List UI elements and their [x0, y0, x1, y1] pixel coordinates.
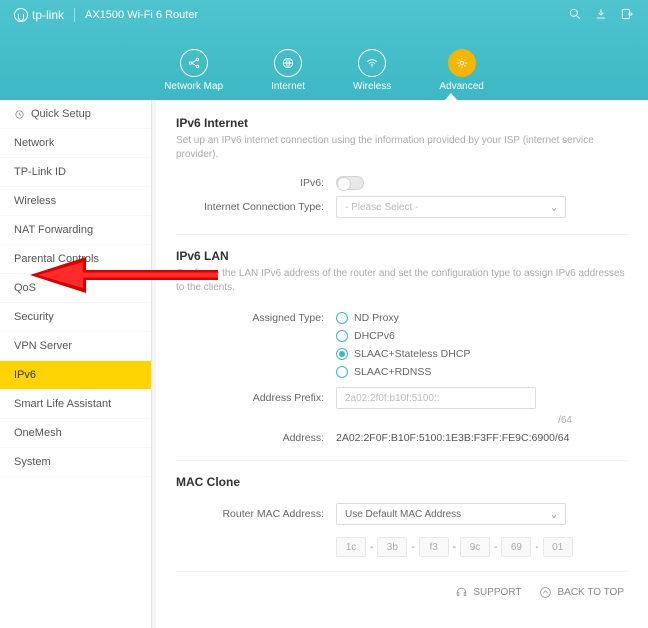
content-footer: SUPPORT BACK TO TOP: [176, 571, 628, 599]
brand-text: tp-link: [32, 8, 64, 22]
sidebar-item-wireless[interactable]: Wireless: [0, 187, 151, 216]
sidebar-item-onemesh[interactable]: OneMesh: [0, 419, 151, 448]
sidebar-item-quick-setup[interactable]: Quick Setup: [0, 100, 151, 129]
nav-advanced[interactable]: Advanced: [439, 49, 483, 92]
section-title-ipv6-lan: IPv6 LAN: [176, 249, 628, 263]
assigned-type-label: Assigned Type:: [176, 309, 336, 324]
nav-wireless[interactable]: Wireless: [353, 49, 391, 92]
conn-type-label: Internet Connection Type:: [176, 201, 336, 213]
mac-octet: 01: [543, 537, 573, 557]
sidebar-item-smart-life-assistant[interactable]: Smart Life Assistant: [0, 390, 151, 419]
content-pane: IPv6 Internet Set up an IPv6 internet co…: [156, 100, 648, 628]
chevron-down-icon: ⌄: [551, 509, 557, 520]
conn-type-select[interactable]: - Please Select -⌄: [336, 196, 566, 218]
section-title-ipv6-internet: IPv6 Internet: [176, 116, 628, 130]
section-desc: Set up an IPv6 internet connection using…: [176, 134, 628, 162]
chevron-down-icon: ⌄: [551, 202, 557, 213]
separator: [74, 8, 75, 22]
sidebar: Quick Setup Network TP-Link ID Wireless …: [0, 100, 152, 628]
sidebar-item-tplink-id[interactable]: TP-Link ID: [0, 158, 151, 187]
ipv6-toggle[interactable]: [336, 176, 364, 190]
mac-octet: 69: [501, 537, 531, 557]
nav-network-map[interactable]: Network Map: [164, 49, 223, 92]
section-desc: Configure the LAN IPv6 address of the ro…: [176, 267, 628, 295]
mac-octet: f3: [419, 537, 449, 557]
mac-octets: 1c- 3b- f3- 9c- 69- 01: [336, 537, 573, 557]
support-button[interactable]: SUPPORT: [455, 586, 521, 599]
radio-nd-proxy[interactable]: ND Proxy: [336, 309, 628, 327]
mac-select[interactable]: Use Default MAC Address⌄: [336, 503, 566, 525]
back-to-top-button[interactable]: BACK TO TOP: [539, 586, 624, 599]
address-value: 2A02:2F0F:B10F:5100:1E3B:F3FF:FE9C:6900/…: [336, 432, 569, 444]
nav-internet[interactable]: Internet: [271, 49, 305, 92]
logout-icon[interactable]: [620, 7, 634, 24]
radio-slaac-stateless[interactable]: SLAAC+Stateless DHCP: [336, 345, 628, 363]
mac-octet: 1c: [336, 537, 366, 557]
prefix-suffix: /64: [342, 415, 572, 426]
mac-octet: 9c: [460, 537, 490, 557]
radio-slaac-rdnss[interactable]: SLAAC+RDNSS: [336, 363, 628, 381]
assigned-type-group: ND Proxy DHCPv6 SLAAC+Stateless DHCP SLA…: [336, 309, 628, 381]
sidebar-item-qos[interactable]: QoS: [0, 274, 151, 303]
header: tp-link AX1500 Wi-Fi 6 Router Network Ma…: [0, 0, 648, 100]
mac-label: Router MAC Address:: [176, 508, 336, 520]
prefix-input[interactable]: 2a02:2f0f:b10f:5100::: [336, 387, 536, 409]
sidebar-item-nat-forwarding[interactable]: NAT Forwarding: [0, 216, 151, 245]
sidebar-item-network[interactable]: Network: [0, 129, 151, 158]
sidebar-item-parental-controls[interactable]: Parental Controls: [0, 245, 151, 274]
ipv6-toggle-label: IPv6:: [176, 177, 336, 189]
mac-octet: 3b: [377, 537, 407, 557]
radio-dhcpv6[interactable]: DHCPv6: [336, 327, 628, 345]
sidebar-item-ipv6[interactable]: IPv6: [0, 361, 151, 390]
address-label: Address:: [176, 432, 336, 444]
search-icon[interactable]: [568, 7, 582, 24]
logo-icon: [14, 8, 28, 22]
brand-logo: tp-link: [14, 8, 64, 22]
model-name: AX1500 Wi-Fi 6 Router: [85, 9, 198, 21]
sidebar-item-security[interactable]: Security: [0, 303, 151, 332]
section-title-mac-clone: MAC Clone: [176, 475, 628, 489]
main-nav: Network Map Internet Wireless Advanced: [0, 49, 648, 92]
sidebar-item-vpn-server[interactable]: VPN Server: [0, 332, 151, 361]
prefix-label: Address Prefix:: [176, 392, 336, 404]
sidebar-item-system[interactable]: System: [0, 448, 151, 477]
download-icon[interactable]: [594, 7, 608, 24]
